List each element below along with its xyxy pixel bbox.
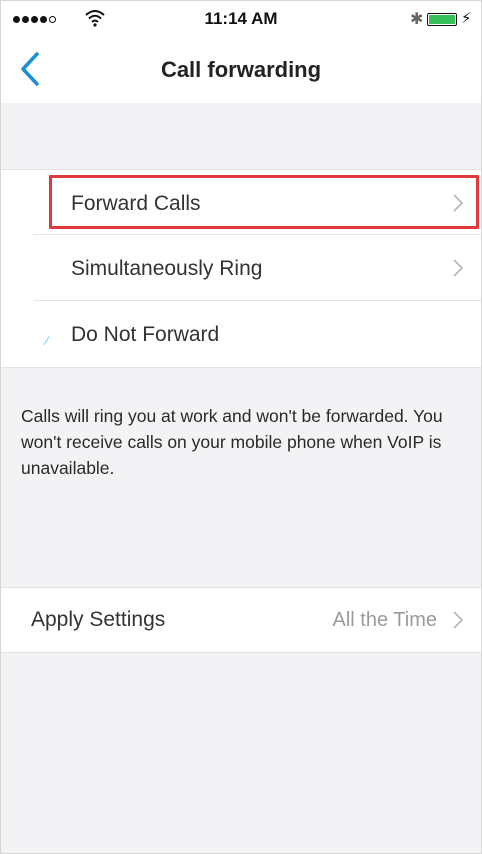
chevron-right-icon: [453, 611, 463, 629]
bluetooth-icon: ✱: [410, 11, 424, 28]
app-screen: 11:14 AM ✱ ⚡ Call forwarding Forward Cal…: [0, 0, 482, 854]
page-title: Call forwarding: [160, 57, 322, 82]
charging-icon: ⚡: [461, 10, 472, 27]
forwarding-options-list: Forward Calls Simultaneously Ring Do Not…: [1, 169, 481, 368]
navigation-bar: Call forwarding: [1, 37, 481, 103]
checkmark-icon: ⁄: [46, 334, 49, 348]
option-forward-calls[interactable]: Forward Calls: [51, 172, 481, 236]
status-time: 11:14 AM: [204, 9, 278, 28]
option-label: Do Not Forward: [71, 323, 220, 346]
battery-icon: [427, 13, 457, 26]
option-do-not-forward[interactable]: Do Not Forward: [51, 303, 481, 367]
apply-settings-row[interactable]: Apply Settings All the Time: [1, 587, 481, 653]
apply-settings-label: Apply Settings: [31, 608, 166, 631]
option-label: Forward Calls: [71, 192, 201, 215]
status-bar: 11:14 AM ✱ ⚡: [1, 1, 481, 37]
divider: [33, 234, 481, 235]
divider: [33, 300, 481, 301]
chevron-right-icon: [453, 194, 463, 212]
chevron-right-icon: [453, 259, 463, 277]
description-text: Calls will ring you at work and won't be…: [21, 406, 443, 478]
option-label: Simultaneously Ring: [71, 257, 263, 280]
option-simultaneously-ring[interactable]: Simultaneously Ring: [51, 237, 481, 301]
apply-settings-value: All the Time: [332, 609, 437, 631]
